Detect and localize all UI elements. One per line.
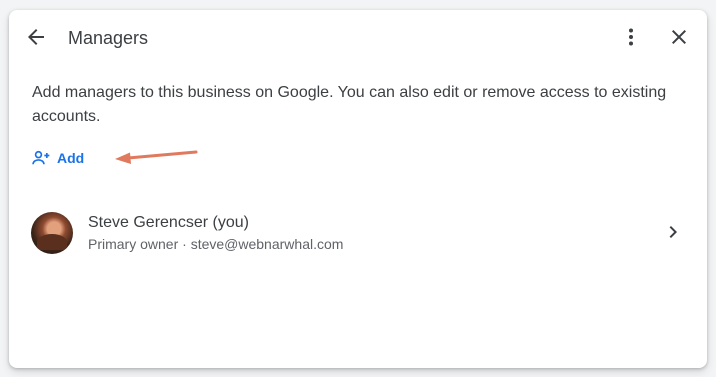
manager-name: Steve Gerencser (you) — [88, 214, 249, 231]
manager-details: Primary owner · steve@webnarwhal.com — [88, 235, 343, 253]
chevron-right-icon — [669, 226, 677, 238]
more-vert-icon — [629, 28, 633, 46]
manager-role: Primary owner — [88, 236, 179, 252]
avatar — [31, 212, 73, 254]
add-manager-button[interactable]: Add — [31, 147, 84, 169]
add-manager-label: Add — [57, 150, 85, 166]
dialog-description: Add managers to this business on Google.… — [32, 84, 667, 125]
arrow-back-icon — [28, 29, 44, 45]
more-options-button[interactable] — [611, 17, 651, 57]
close-icon — [672, 30, 686, 44]
close-button[interactable] — [659, 17, 699, 57]
back-button[interactable] — [16, 17, 56, 57]
dialog-header: Managers — [9, 10, 707, 64]
manager-row[interactable]: Steve Gerencser (you) Primary owner · st… — [9, 208, 707, 258]
manager-email: steve@webnarwhal.com — [190, 236, 344, 252]
detail-separator: · — [182, 236, 187, 252]
person-add-icon — [32, 150, 50, 165]
annotation-arrow — [115, 150, 198, 164]
dialog-title: Managers — [68, 28, 149, 48]
managers-dialog: Managers Add managers to this business o… — [9, 10, 707, 368]
